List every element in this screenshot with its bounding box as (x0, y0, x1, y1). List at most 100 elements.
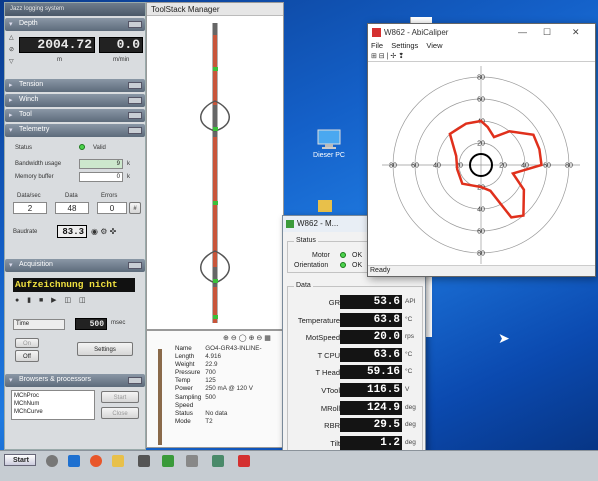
section-controls[interactable] (128, 262, 142, 269)
section-browsers[interactable]: ▾ Browsers & processors (5, 374, 145, 387)
settings-button[interactable]: Settings (77, 342, 133, 356)
mouse-cursor-icon: ➤ (498, 330, 510, 346)
window-title: W862 - M... (297, 219, 339, 228)
polar-tick-label: 80 (565, 163, 573, 170)
data-value: 116.5 (340, 383, 402, 397)
search-icon[interactable] (46, 455, 58, 467)
tool-info-panel: ⊕⊖◯⊕⊖▦ Name GO4-GR43-INLINE- Length 4.916 We… (146, 330, 284, 448)
data-unit: °C (405, 315, 413, 323)
info-row: Weight 22.9 (173, 361, 264, 369)
app-icon[interactable] (162, 455, 174, 467)
data-label: Temperature (297, 315, 340, 325)
data-group: Data GR 53.6 API Temperature 63.8 °C MotSpeed 2… (287, 282, 424, 452)
depth-unit: m (57, 57, 62, 63)
app-icon[interactable] (138, 455, 150, 467)
toolbar[interactable]: ⊞ ⊟ | ✢ ❢ (368, 52, 595, 62)
expand-icon: ▸ (9, 112, 13, 119)
orientation-label: Orientation (294, 262, 329, 269)
section-controls[interactable] (128, 127, 142, 134)
section-tension[interactable]: ▸ Tension (5, 79, 145, 92)
caliper-trace (448, 119, 543, 219)
status-led (79, 144, 85, 151)
data-value: 124.9 (340, 400, 402, 415)
maximize-button[interactable]: ☐ (543, 27, 551, 38)
section-label: Depth (19, 20, 38, 27)
menu-file[interactable]: File (371, 41, 383, 50)
info-value (203, 402, 263, 410)
section-controls[interactable] (128, 21, 142, 28)
firefox-icon[interactable] (90, 455, 102, 467)
app-icon (372, 28, 381, 37)
info-row: Length 4.916 (173, 353, 264, 361)
section-controls[interactable] (128, 82, 142, 89)
file-explorer-icon[interactable] (112, 455, 124, 467)
info-key: Power (175, 385, 193, 393)
data-row: RBR 29.5 deg (292, 418, 424, 433)
data-unit: °C (405, 368, 413, 376)
on-button[interactable]: On (15, 338, 39, 348)
info-row: Power 250 mA @ 120 V (173, 385, 264, 393)
baudrate-label: Baudrate (13, 229, 38, 235)
data-unit: °C (405, 350, 413, 358)
data-row: VTool 116.5 V (292, 383, 424, 398)
start-button[interactable]: Start (4, 454, 36, 466)
info-value: No data (205, 409, 228, 417)
app-icon[interactable] (212, 455, 224, 467)
data-unit: deg (405, 403, 416, 411)
desktop-icon-this-pc[interactable]: Dieser PC (310, 128, 348, 159)
minimize-button[interactable]: — (518, 27, 527, 37)
bandwidth-unit: k (127, 161, 130, 167)
edge-icon[interactable] (68, 455, 80, 467)
motor-led (340, 252, 346, 259)
errors-label: Errors (101, 193, 118, 199)
interval-value[interactable]: 500 (75, 318, 107, 330)
section-controls[interactable] (128, 112, 142, 119)
section-label: Tension (19, 81, 44, 88)
section-controls[interactable] (128, 97, 142, 104)
abicaliper-taskbar-icon[interactable] (238, 455, 250, 467)
info-key: Speed (175, 401, 194, 409)
off-button[interactable]: Off (15, 350, 39, 362)
app-title: Jazz logging system (5, 3, 145, 16)
info-key: Pressure (175, 369, 201, 377)
section-depth[interactable]: ▾ Depth (5, 18, 145, 31)
zoom-tool-icons[interactable]: ⊕⊖◯⊕⊖▦ (223, 334, 273, 342)
data-label: VTool (321, 386, 340, 395)
folder-icon[interactable] (318, 200, 332, 212)
mode-select[interactable]: Time (13, 319, 65, 330)
caliper-polar-plot: 808080 80606060 60404040 40202020 20 (382, 65, 580, 264)
processor-list[interactable]: MChProc MChNum MChCurve (11, 390, 95, 420)
data-unit: API (405, 298, 416, 305)
info-key: Temp (175, 377, 191, 385)
list-item[interactable]: MChCurve (14, 408, 92, 416)
section-telemetry[interactable]: ▾ Telemetry (5, 124, 145, 137)
app-icon[interactable] (186, 455, 198, 467)
collapse-icon: ▾ (9, 127, 13, 134)
section-acquisition[interactable]: ▾ Acquisition (5, 259, 145, 272)
motor-label: Motor (312, 252, 330, 259)
info-key: Mode (175, 417, 191, 425)
interval-unit: msec (111, 320, 126, 326)
close-button[interactable]: Close (101, 407, 139, 419)
info-row: Speed (173, 402, 264, 410)
data-label: MotSpeed (305, 333, 340, 343)
baud-tool-icons[interactable]: ◉ ⚙ ✜ (91, 227, 116, 236)
menu-view[interactable]: View (426, 41, 442, 50)
start-button[interactable]: Start (101, 391, 139, 403)
list-item[interactable]: MChNum (14, 400, 92, 408)
info-value: 4.916 (205, 353, 222, 361)
polar-tick-label: 60 (477, 229, 485, 236)
section-controls[interactable] (128, 377, 142, 384)
section-label: Acquisition (19, 261, 53, 268)
section-winch[interactable]: ▸ Winch (5, 94, 145, 107)
section-tool[interactable]: ▸ Tool (5, 109, 145, 122)
record-controls[interactable]: ● ▮ ■ ▶ ◫ ◫ (15, 296, 89, 304)
list-item[interactable]: MChProc (14, 392, 92, 400)
polar-tick-label: 60 (477, 97, 485, 104)
info-row: Sampling 500 (173, 394, 264, 402)
close-button[interactable]: ✕ (572, 27, 580, 38)
info-key: Weight (175, 361, 195, 369)
data-row: T CPU 63.6 °C (292, 347, 424, 363)
reset-errors-button[interactable]: # (129, 202, 141, 214)
menu-settings[interactable]: Settings (391, 41, 418, 50)
